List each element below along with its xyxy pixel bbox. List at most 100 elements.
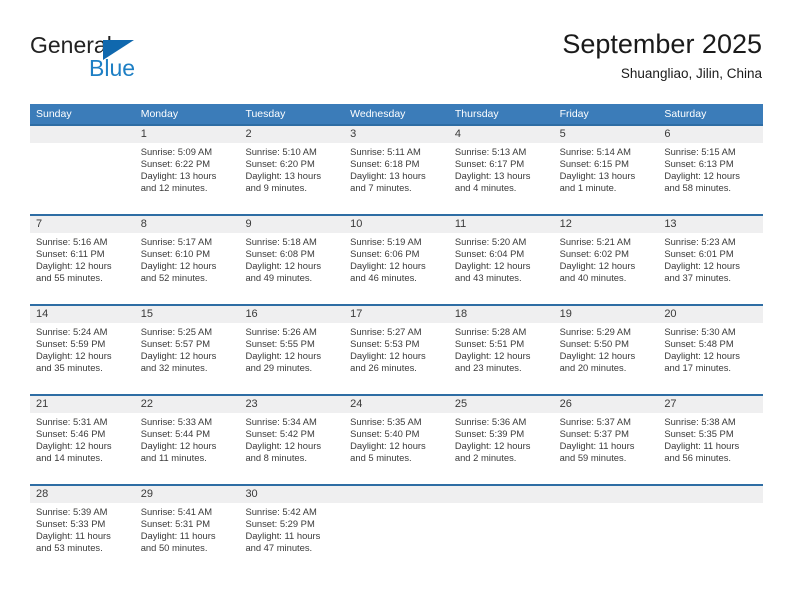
day-number: 8 [140, 218, 147, 230]
calendar-day-cell[interactable]: 5 Sunrise: 5:14 AM Sunset: 6:15 PM Dayli… [553, 126, 659, 214]
day-number-band: 24 [344, 396, 449, 413]
calendar-day-cell[interactable]: 30 Sunrise: 5:42 AM Sunset: 5:29 PM Dayl… [239, 486, 345, 574]
calendar-day-cell[interactable]: 18 Sunrise: 5:28 AM Sunset: 5:51 PM Dayl… [448, 306, 554, 394]
calendar-day-cell[interactable]: 2 Sunrise: 5:10 AM Sunset: 6:20 PM Dayli… [239, 126, 345, 214]
day-details: Sunrise: 5:41 AM Sunset: 5:31 PM Dayligh… [135, 503, 240, 554]
calendar-day-cell[interactable]: 20 Sunrise: 5:30 AM Sunset: 5:48 PM Dayl… [658, 306, 764, 394]
day-number-band: 13 [658, 216, 764, 233]
daylight-text-line2: and 9 minutes. [245, 182, 307, 194]
sunrise-text: Sunrise: 5:21 AM [559, 236, 631, 247]
day-number: 7 [36, 218, 43, 230]
daylight-text-line2: and 12 minutes. [140, 182, 208, 194]
daylight-text-line1: Daylight: 12 hours [350, 440, 426, 452]
calendar-day-cell[interactable]: 26 Sunrise: 5:37 AM Sunset: 5:37 PM Dayl… [553, 396, 659, 484]
calendar-day-cell[interactable] [658, 486, 764, 574]
sunset-text: Sunset: 6:10 PM [140, 248, 211, 260]
day-details: Sunrise: 5:38 AM Sunset: 5:35 PM Dayligh… [658, 413, 763, 464]
calendar-day-cell[interactable]: 23 Sunrise: 5:34 AM Sunset: 5:42 PM Dayl… [239, 396, 345, 484]
weekday-header-sunday: Sunday [36, 108, 72, 120]
sunset-text: Sunset: 5:31 PM [140, 518, 211, 530]
day-details [344, 503, 449, 506]
daylight-text-line2: and 4 minutes. [454, 182, 517, 194]
sunrise-text: Sunrise: 5:11 AM [350, 146, 421, 157]
sunset-text: Sunset: 6:02 PM [559, 248, 629, 260]
calendar-day-cell[interactable]: 27 Sunrise: 5:38 AM Sunset: 5:35 PM Dayl… [658, 396, 764, 484]
sunrise-text: Sunrise: 5:38 AM [664, 416, 736, 427]
daylight-text-line2: and 43 minutes. [454, 272, 522, 284]
day-details: Sunrise: 5:27 AM Sunset: 5:53 PM Dayligh… [344, 323, 449, 374]
day-details: Sunrise: 5:25 AM Sunset: 5:57 PM Dayligh… [135, 323, 240, 374]
calendar-day-cell[interactable]: 12 Sunrise: 5:21 AM Sunset: 6:02 PM Dayl… [553, 216, 659, 304]
day-details: Sunrise: 5:31 AM Sunset: 5:46 PM Dayligh… [30, 413, 135, 464]
sunset-text: Sunset: 6:20 PM [245, 158, 315, 170]
calendar-day-cell[interactable] [30, 126, 135, 214]
sunset-text: Sunset: 5:53 PM [350, 338, 420, 350]
day-details: Sunrise: 5:33 AM Sunset: 5:44 PM Dayligh… [135, 413, 240, 464]
calendar-day-cell[interactable]: 29 Sunrise: 5:41 AM Sunset: 5:31 PM Dayl… [134, 486, 240, 574]
daylight-text-line1: Daylight: 12 hours [664, 260, 740, 272]
calendar-day-cell[interactable]: 6 Sunrise: 5:15 AM Sunset: 6:13 PM Dayli… [658, 126, 764, 214]
page-header: General Blue September 2025 Shuangliao, … [30, 28, 762, 92]
calendar-day-cell[interactable]: 9 Sunrise: 5:18 AM Sunset: 6:08 PM Dayli… [239, 216, 345, 304]
day-number-band [658, 486, 764, 503]
day-details: Sunrise: 5:23 AM Sunset: 6:01 PM Dayligh… [658, 233, 763, 284]
day-number-band [553, 486, 659, 503]
daylight-text-line2: and 1 minute. [559, 182, 617, 194]
calendar-day-cell[interactable]: 28 Sunrise: 5:39 AM Sunset: 5:33 PM Dayl… [30, 486, 135, 574]
daylight-text-line2: and 56 minutes. [664, 452, 732, 464]
daylight-text-line1: Daylight: 11 hours [36, 530, 111, 542]
daylight-text-line2: and 8 minutes. [245, 452, 307, 464]
calendar-day-cell[interactable]: 25 Sunrise: 5:36 AM Sunset: 5:39 PM Dayl… [448, 396, 554, 484]
day-details: Sunrise: 5:19 AM Sunset: 6:06 PM Dayligh… [344, 233, 449, 284]
day-details: Sunrise: 5:15 AM Sunset: 6:13 PM Dayligh… [658, 143, 763, 194]
calendar-day-cell[interactable] [553, 486, 659, 574]
sunset-text: Sunset: 5:35 PM [664, 428, 734, 440]
daylight-text-line1: Daylight: 12 hours [245, 260, 322, 272]
daylight-text-line2: and 53 minutes. [36, 542, 103, 554]
day-number-band: 18 [448, 306, 554, 323]
calendar-day-cell[interactable]: 17 Sunrise: 5:27 AM Sunset: 5:53 PM Dayl… [344, 306, 449, 394]
calendar-day-cell[interactable]: 13 Sunrise: 5:23 AM Sunset: 6:01 PM Dayl… [658, 216, 764, 304]
calendar-day-cell[interactable]: 15 Sunrise: 5:25 AM Sunset: 5:57 PM Dayl… [134, 306, 240, 394]
calendar-day-cell[interactable]: 7 Sunrise: 5:16 AM Sunset: 6:11 PM Dayli… [30, 216, 135, 304]
calendar-day-cell[interactable]: 24 Sunrise: 5:35 AM Sunset: 5:40 PM Dayl… [344, 396, 449, 484]
day-number-band: 7 [30, 216, 135, 233]
calendar-day-cell[interactable]: 1 Sunrise: 5:09 AM Sunset: 6:22 PM Dayli… [134, 126, 240, 214]
calendar-day-cell[interactable]: 4 Sunrise: 5:13 AM Sunset: 6:17 PM Dayli… [448, 126, 554, 214]
general-blue-logo[interactable]: General Blue [30, 32, 200, 88]
daylight-text-line2: and 32 minutes. [140, 362, 208, 374]
calendar-day-cell[interactable]: 16 Sunrise: 5:26 AM Sunset: 5:55 PM Dayl… [239, 306, 345, 394]
daylight-text-line1: Daylight: 12 hours [140, 260, 217, 272]
day-number-band: 28 [30, 486, 135, 503]
day-details [449, 503, 554, 506]
sunset-text: Sunset: 6:18 PM [350, 158, 420, 170]
sunrise-text: Sunrise: 5:13 AM [454, 146, 527, 157]
calendar-week-row: 1 Sunrise: 5:09 AM Sunset: 6:22 PM Dayli… [30, 124, 764, 214]
day-number: 20 [664, 308, 677, 320]
calendar-day-cell[interactable]: 10 Sunrise: 5:19 AM Sunset: 6:06 PM Dayl… [344, 216, 449, 304]
day-number-band: 21 [30, 396, 135, 413]
calendar-day-cell[interactable]: 8 Sunrise: 5:17 AM Sunset: 6:10 PM Dayli… [134, 216, 240, 304]
calendar-day-cell[interactable]: 14 Sunrise: 5:24 AM Sunset: 5:59 PM Dayl… [30, 306, 135, 394]
daylight-text-line1: Daylight: 13 hours [559, 170, 636, 182]
sunrise-text: Sunrise: 5:19 AM [350, 236, 422, 247]
weekday-header-thursday: Thursday [454, 108, 499, 120]
day-number: 30 [245, 488, 258, 500]
calendar-day-cell[interactable] [448, 486, 554, 574]
calendar-day-cell[interactable]: 22 Sunrise: 5:33 AM Sunset: 5:44 PM Dayl… [134, 396, 240, 484]
calendar-day-cell[interactable]: 11 Sunrise: 5:20 AM Sunset: 6:04 PM Dayl… [448, 216, 554, 304]
day-number-band: 1 [134, 126, 240, 143]
calendar-day-cell[interactable]: 3 Sunrise: 5:11 AM Sunset: 6:18 PM Dayli… [344, 126, 449, 214]
calendar-week-row: 28 Sunrise: 5:39 AM Sunset: 5:33 PM Dayl… [30, 484, 764, 574]
calendar-day-cell[interactable] [344, 486, 449, 574]
sunset-text: Sunset: 6:06 PM [350, 248, 420, 260]
day-number: 21 [36, 398, 49, 410]
calendar-day-cell[interactable]: 19 Sunrise: 5:29 AM Sunset: 5:50 PM Dayl… [553, 306, 659, 394]
daylight-text-line2: and 5 minutes. [350, 452, 412, 464]
calendar-day-cell[interactable]: 21 Sunrise: 5:31 AM Sunset: 5:46 PM Dayl… [30, 396, 135, 484]
daylight-text-line2: and 17 minutes. [664, 362, 732, 374]
day-number-band: 8 [134, 216, 240, 233]
day-number: 17 [350, 308, 363, 320]
day-number: 27 [664, 398, 677, 410]
daylight-text-line1: Daylight: 12 hours [559, 350, 636, 362]
